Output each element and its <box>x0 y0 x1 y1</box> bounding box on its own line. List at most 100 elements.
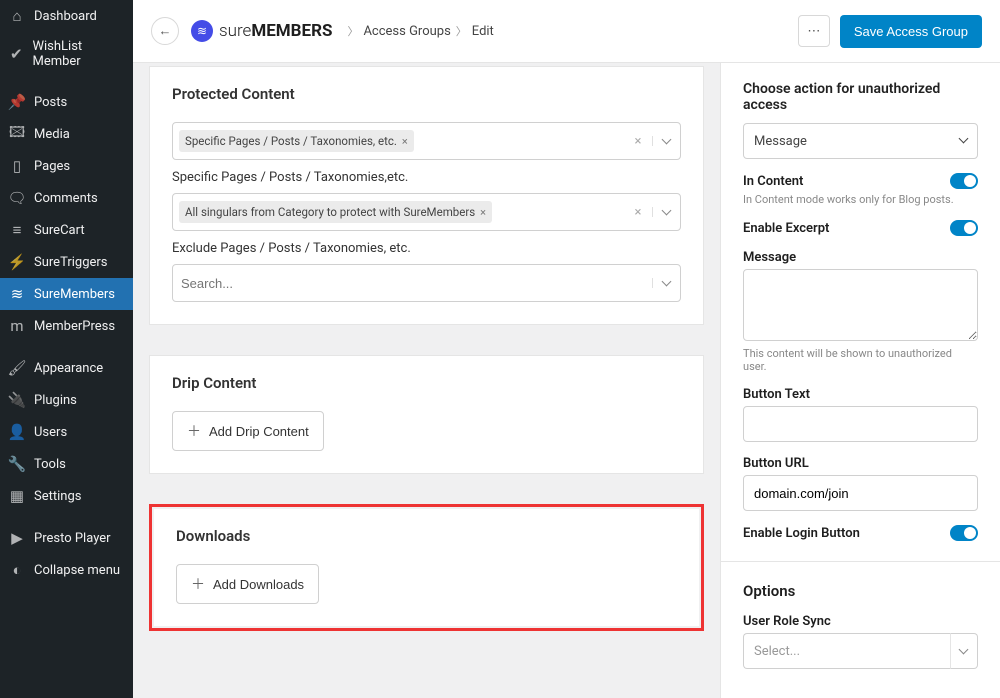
button-text-input[interactable] <box>743 406 978 442</box>
downloads-highlight: Downloads ＋Add Downloads <box>149 504 704 631</box>
user-role-label: User Role Sync <box>743 614 831 629</box>
chevron-right-icon: 〉 <box>347 23 358 39</box>
in-content-toggle[interactable] <box>950 173 978 189</box>
sidebar-item-label: MemberPress <box>34 319 115 334</box>
sidebar-item-label: Appearance <box>34 361 103 376</box>
presto-icon: ▶ <box>8 529 26 547</box>
enable-excerpt-toggle[interactable] <box>950 220 978 236</box>
more-options-button[interactable]: ⋯ <box>798 15 830 47</box>
plugins-icon: 🔌 <box>8 391 26 409</box>
breadcrumb-edit: Edit <box>472 24 494 39</box>
sidebar-item-users[interactable]: 👤 Users <box>0 416 133 448</box>
sidebar-item-label: SureTriggers <box>34 255 108 270</box>
sidebar-item-suretriggers[interactable]: ⚡ SureTriggers <box>0 246 133 278</box>
button-url-input[interactable] <box>743 475 978 511</box>
sidebar-item-media[interactable]: 🖾Media <box>0 118 133 150</box>
specific-pages-select[interactable]: All singulars from Category to protect w… <box>172 193 681 231</box>
main-content: Protected Content Specific Pages / Posts… <box>133 63 720 698</box>
plus-icon: ＋ <box>187 421 201 441</box>
dashboard-icon: ⌂ <box>8 7 26 25</box>
plus-icon: ＋ <box>191 574 205 594</box>
save-button[interactable]: Save Access Group <box>840 15 982 48</box>
options-title: Options <box>743 582 978 600</box>
sidebar-item-label: Users <box>34 425 67 440</box>
sidebar-item-tools[interactable]: 🔧 Tools <box>0 448 133 480</box>
back-button[interactable]: ← <box>151 17 179 45</box>
sidebar-item-label: SureMembers <box>34 287 115 302</box>
exclude-search-input[interactable] <box>173 276 652 291</box>
top-bar: ← ≋ sureMEMBERS 〉 Access Groups 〉 Edit ⋯… <box>133 0 1000 63</box>
settings-icon: ▦ <box>8 487 26 505</box>
drip-content-card: Drip Content ＋Add Drip Content <box>149 355 704 474</box>
choose-action-label: Choose action for unauthorized access <box>743 81 978 113</box>
sidebar-item-label: Comments <box>34 191 98 206</box>
breadcrumb-access-groups[interactable]: Access Groups <box>363 24 450 39</box>
sidebar-item-presto[interactable]: ▶Presto Player <box>0 522 133 554</box>
suremembers-icon: ≋ <box>8 285 26 303</box>
collapse-icon: ◐ <box>8 561 26 579</box>
sidebar-item-posts[interactable]: 📌 Posts <box>0 86 133 118</box>
clear-icon[interactable]: × <box>624 205 652 220</box>
user-role-select[interactable]: Select... <box>743 633 950 669</box>
sidebar-item-comments[interactable]: 🗨Comments <box>0 182 133 214</box>
sidebar-item-plugins[interactable]: 🔌 Plugins <box>0 384 133 416</box>
sidebar-item-wishlist[interactable]: ✔WishList Member <box>0 32 133 76</box>
drip-content-title: Drip Content <box>150 356 703 411</box>
pin-icon: 📌 <box>8 93 26 111</box>
chevron-down-icon[interactable] <box>950 633 978 669</box>
brand-logo-icon: ≋ <box>191 20 213 42</box>
action-select[interactable]: Message <box>743 123 978 159</box>
chevron-down-icon[interactable] <box>652 278 680 288</box>
brand-text-bold: MEMBERS <box>251 21 332 41</box>
protected-content-card: Protected Content Specific Pages / Posts… <box>149 66 704 325</box>
exclude-pages-select[interactable] <box>172 264 681 302</box>
protected-content-title: Protected Content <box>150 67 703 122</box>
downloads-title: Downloads <box>154 509 699 564</box>
clear-icon[interactable]: × <box>624 134 652 149</box>
sidebar-item-suremembers[interactable]: ≋ SureMembers <box>0 278 133 310</box>
remove-tag-icon[interactable]: × <box>402 135 408 148</box>
sidebar-item-label: Plugins <box>34 393 77 408</box>
protected-content-select[interactable]: Specific Pages / Posts / Taxonomies, etc… <box>172 122 681 160</box>
appearance-icon: 🖌 <box>8 359 26 377</box>
sidebar-item-label: Collapse menu <box>34 563 120 578</box>
sidebar-item-label: Tools <box>34 457 66 472</box>
message-label: Message <box>743 250 796 265</box>
memberpress-icon: m <box>8 317 26 335</box>
enable-login-toggle[interactable] <box>950 525 978 541</box>
sidebar-item-label: SureCart <box>34 223 85 238</box>
tag-all-singulars: All singulars from Category to protect w… <box>179 201 492 223</box>
sidebar-item-settings[interactable]: ▦ Settings <box>0 480 133 512</box>
tag-specific-pages: Specific Pages / Posts / Taxonomies, etc… <box>179 130 414 152</box>
chevron-right-icon: 〉 <box>456 23 467 39</box>
sidebar-item-appearance[interactable]: 🖌 Appearance <box>0 352 133 384</box>
tools-icon: 🔧 <box>8 455 26 473</box>
chevron-down-icon[interactable] <box>652 207 680 217</box>
sidebar-item-collapse[interactable]: ◐ Collapse menu <box>0 554 133 586</box>
brand: ≋ sureMEMBERS <box>191 20 332 42</box>
sidebar-item-memberpress[interactable]: m MemberPress <box>0 310 133 342</box>
chevron-down-icon <box>960 134 967 149</box>
brand-text-thin: sure <box>219 21 251 41</box>
specific-pages-label: Specific Pages / Posts / Taxonomies,etc. <box>172 170 681 185</box>
users-icon: 👤 <box>8 423 26 441</box>
sidebar-item-label: Posts <box>34 95 67 110</box>
sidebar-item-label: WishList Member <box>32 39 125 69</box>
add-downloads-button[interactable]: ＋Add Downloads <box>176 564 319 604</box>
remove-tag-icon[interactable]: × <box>480 206 486 219</box>
in-content-help: In Content mode works only for Blog post… <box>743 193 978 206</box>
suretriggers-icon: ⚡ <box>8 253 26 271</box>
in-content-label: In Content <box>743 174 803 189</box>
add-drip-content-button[interactable]: ＋Add Drip Content <box>172 411 324 451</box>
sidebar-item-pages[interactable]: ▯Pages <box>0 150 133 182</box>
message-help: This content will be shown to unauthoriz… <box>743 347 978 373</box>
sidebar-item-label: Settings <box>34 489 81 504</box>
sidebar-item-surecart[interactable]: ≡SureCart <box>0 214 133 246</box>
chevron-down-icon[interactable] <box>652 136 680 146</box>
sidebar-item-label: Dashboard <box>34 9 97 24</box>
sidebar-item-dashboard[interactable]: ⌂ Dashboard <box>0 0 133 32</box>
sidebar-item-label: Pages <box>34 159 70 174</box>
message-textarea[interactable] <box>743 269 978 341</box>
admin-sidebar: ⌂ Dashboard ✔WishList Member 📌 Posts 🖾Medi… <box>0 0 133 698</box>
media-icon: 🖾 <box>8 125 26 143</box>
